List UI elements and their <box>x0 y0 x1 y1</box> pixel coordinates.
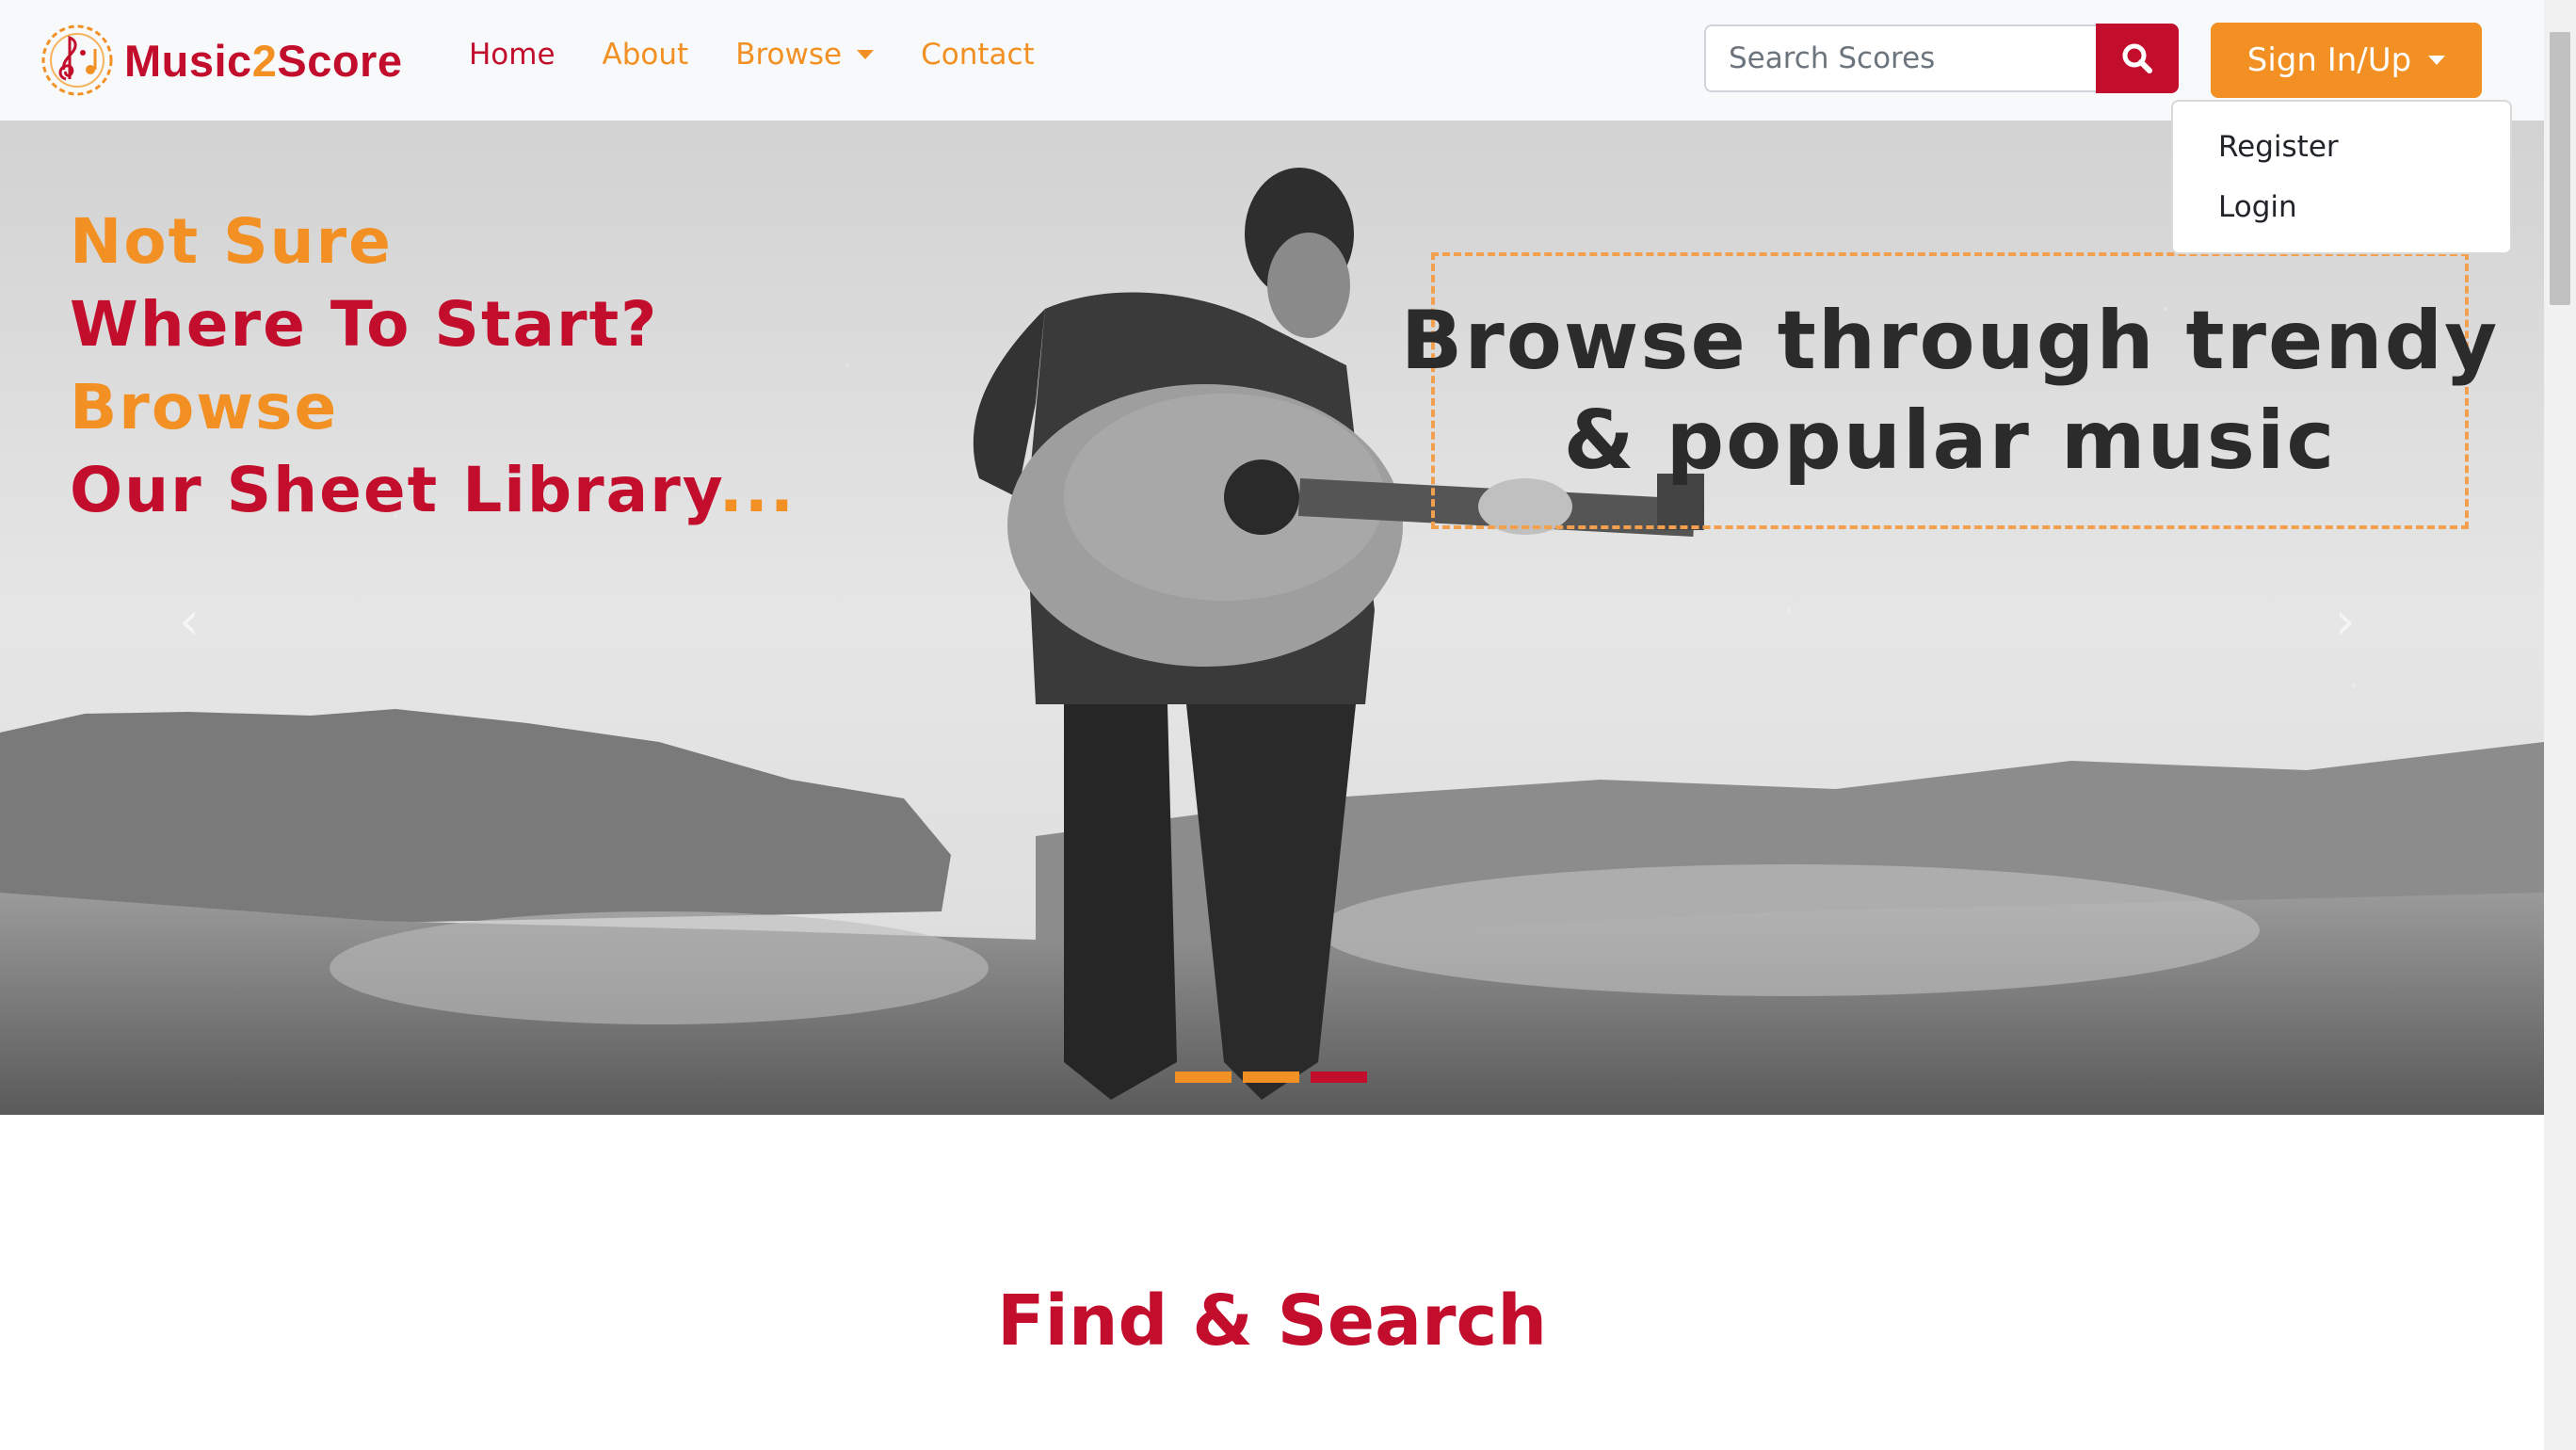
carousel-indicator-3[interactable] <box>1311 1071 1367 1083</box>
search-icon <box>2122 43 2152 73</box>
register-menu-item[interactable]: Register <box>2218 130 2339 164</box>
hero-line-2: Where To Start? <box>70 288 659 361</box>
hero-line-4-text: Our Sheet Library <box>70 454 719 526</box>
brand-name: Music2Score <box>124 35 402 87</box>
nav-contact[interactable]: Contact <box>921 38 1035 72</box>
chevron-down-icon <box>857 50 875 59</box>
search-button[interactable] <box>2096 24 2179 93</box>
carousel-prev-icon[interactable]: ‹ <box>179 591 200 651</box>
brand-name-part3: Score <box>277 35 403 86</box>
carousel-indicator-2[interactable] <box>1243 1071 1299 1083</box>
brand-name-part1: Music <box>124 35 252 86</box>
brand[interactable]: Music2Score <box>38 21 402 100</box>
hero-carousel: Not Sure Where To Start? Browse Our Shee… <box>0 121 2544 1115</box>
navbar: Music2Score Home About Browse Contact Si… <box>0 0 2544 121</box>
find-search-heading: Find & Search <box>996 1281 1548 1361</box>
hero-line-4: Our Sheet Library... <box>70 449 796 532</box>
nav-browse-dropdown[interactable]: Browse <box>735 38 875 72</box>
login-menu-item[interactable]: Login <box>2218 190 2297 224</box>
sign-in-up-button[interactable]: Sign In/Up <box>2211 23 2482 98</box>
hero-caption-line-2: & popular music <box>1563 394 2337 488</box>
hero-caption-line-1: Browse through trendy <box>1400 294 2500 388</box>
carousel-indicators <box>1175 1071 1378 1083</box>
brand-name-part2: 2 <box>251 35 278 86</box>
hero-line-3: Browse <box>70 371 339 443</box>
music-note-logo-icon <box>41 24 113 96</box>
auth-dropdown-menu: Register Login <box>2171 100 2512 254</box>
search-form <box>1704 24 2179 93</box>
nav-links: Home About Browse Contact <box>469 38 1082 72</box>
scrollbar-thumb[interactable] <box>2550 32 2570 305</box>
carousel-indicator-1[interactable] <box>1175 1071 1232 1083</box>
nav-browse-label: Browse <box>735 38 843 72</box>
hero-line-4-ellipsis: ... <box>718 454 796 526</box>
sign-in-up-label: Sign In/Up <box>2246 41 2412 79</box>
nav-home[interactable]: Home <box>469 38 555 72</box>
search-input[interactable] <box>1704 24 2096 92</box>
hero-caption-box: Browse through trendy & popular music <box>1401 252 2497 529</box>
hero-line-1: Not Sure <box>70 205 393 278</box>
hero-left-heading: Not Sure Where To Start? Browse Our Shee… <box>70 201 796 532</box>
carousel-next-icon[interactable]: › <box>2335 591 2356 651</box>
chevron-down-icon <box>2428 56 2446 65</box>
nav-about[interactable]: About <box>603 38 689 72</box>
page-scrollbar[interactable] <box>2544 0 2576 1450</box>
